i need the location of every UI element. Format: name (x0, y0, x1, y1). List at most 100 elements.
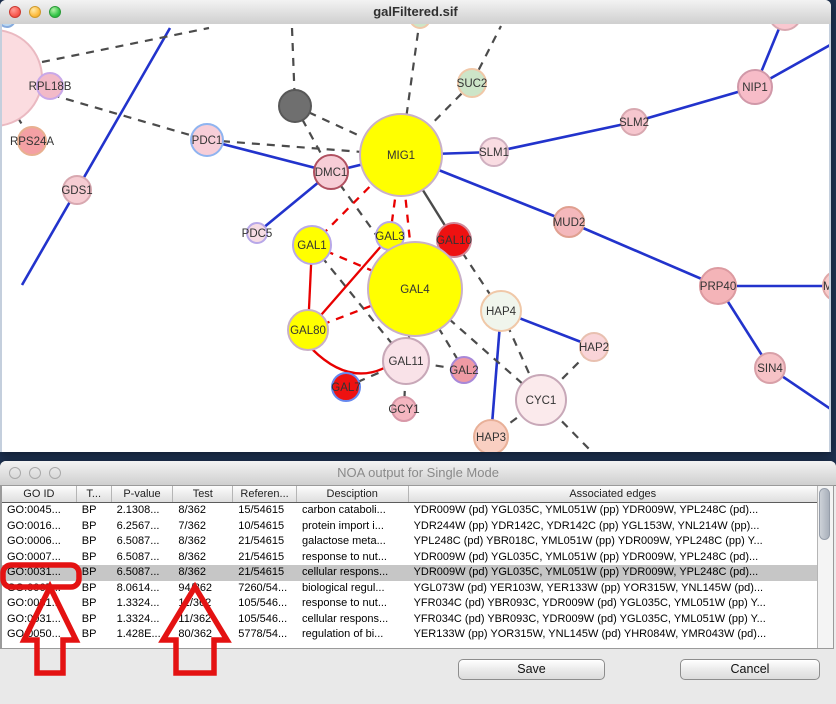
cell-reference: 21/54615 (233, 534, 297, 550)
cell-go-id: GO:0050... (2, 627, 77, 643)
cell-associated-edges: YDR009W (pd) YGL035C, YML051W (pp) YDR00… (409, 550, 817, 566)
cell-type: BP (77, 503, 112, 519)
cell-associated-edges: YGL073W (pd) YER103W, YER133W (pp) YOR31… (409, 581, 817, 597)
column-header-associated-edges[interactable]: Associated edges (409, 486, 817, 502)
cell-reference: 105/546... (233, 596, 297, 612)
table-row[interactable]: GO:0006...BP6.5087...8/36221/54615galact… (2, 534, 817, 550)
cell-test: 11/362 (173, 596, 233, 612)
cell-go-id: GO:0031... (2, 596, 77, 612)
cell-test: 94/362 (173, 581, 233, 597)
scrollbar-thumb[interactable] (819, 488, 830, 540)
cell-associated-edges: YDR009W (pd) YGL035C, YML051W (pp) YDR00… (409, 565, 817, 581)
cell-associated-edges: YDR244W (pp) YDR142C, YDR142C (pp) YGL15… (409, 519, 817, 535)
cell-reference: 7260/54... (233, 581, 297, 597)
cell-p-value: 6.5087... (112, 550, 174, 566)
table-row[interactable]: GO:0031...BP1.3324...11/362105/546...cel… (2, 612, 817, 628)
cell-reference: 21/54615 (233, 550, 297, 566)
cell-reference: 10/54615 (233, 519, 297, 535)
edge-blue (494, 122, 634, 152)
cell-type: BP (77, 565, 112, 581)
cancel-button[interactable]: Cancel (680, 659, 820, 680)
network-canvas[interactable]: RPL18BRPS24AGDS1PDC1DMC1SUC2NIP1SLM2SLM1… (0, 24, 831, 452)
node-label-rps24a: RPS24A (10, 136, 54, 148)
column-header-t[interactable]: T... (77, 486, 112, 502)
noa-output-window: NOA output for Single Mode GO IDT...P-va… (0, 461, 836, 704)
node-label-hap2: HAP2 (579, 342, 609, 354)
node-label-gal11: GAL11 (389, 356, 424, 368)
table-row[interactable]: GO:0007...BP6.5087...8/36221/54615respon… (2, 550, 817, 566)
cell-description: cellular respons... (297, 612, 409, 628)
cell-test: 8/362 (173, 550, 233, 566)
cell-description: carbon cataboli... (297, 503, 409, 519)
table-row[interactable]: GO:0050...BP1.428E...80/3625778/54...reg… (2, 627, 817, 643)
cell-type: BP (77, 627, 112, 643)
cell-test: 80/362 (173, 627, 233, 643)
node-label-gal3: GAL3 (375, 231, 404, 243)
node-label-mig1: MIG1 (387, 150, 415, 162)
edge-blue (634, 87, 755, 122)
column-header-referen[interactable]: Referen... (233, 486, 297, 502)
cell-associated-edges: YER133W (pp) YOR315W, YNL145W (pd) YHR08… (409, 627, 817, 643)
node-label-msl1: MSL1 (823, 281, 829, 293)
table-row[interactable]: GO:0045...BP2.1308...8/36215/54615carbon… (2, 503, 817, 519)
network-titlebar[interactable]: galFiltered.sif (0, 0, 831, 25)
node-label-hap4: HAP4 (486, 306, 517, 318)
column-header-desciption[interactable]: Desciption (297, 486, 409, 502)
node-toprightpink[interactable] (769, 24, 801, 30)
table-row[interactable]: GO:0016...BP6.2567...7/36210/54615protei… (2, 519, 817, 535)
cell-type: BP (77, 519, 112, 535)
network-graph[interactable]: RPL18BRPS24AGDS1PDC1DMC1SUC2NIP1SLM2SLM1… (2, 24, 829, 452)
node-label-gds1: GDS1 (61, 185, 92, 197)
node-label-nip1: NIP1 (742, 82, 768, 94)
node-label-gal10: GAL10 (436, 235, 472, 247)
cell-associated-edges: YFR034C (pd) YBR093C, YDR009W (pd) YGL03… (409, 596, 817, 612)
node-label-slm2: SLM2 (619, 117, 649, 129)
node-label-cyc1: CYC1 (526, 395, 557, 407)
cell-description: regulation of bi... (297, 627, 409, 643)
edge-blue (569, 222, 718, 286)
table-row[interactable]: GO:0031...BP1.3324...11/362105/546...res… (2, 596, 817, 612)
minimize-button[interactable] (29, 6, 41, 18)
zoom-button[interactable] (49, 6, 61, 18)
node-bignode[interactable] (2, 30, 42, 126)
close-button-inactive[interactable] (9, 467, 21, 479)
close-button[interactable] (9, 6, 21, 18)
save-button[interactable]: Save (458, 659, 605, 680)
cell-description: cellular respons... (297, 565, 409, 581)
column-header-go-id[interactable]: GO ID (2, 486, 77, 502)
node-label-gal4: GAL4 (400, 284, 430, 296)
table-row-selected[interactable]: GO:0031...BP6.5087...8/36221/54615cellul… (2, 565, 817, 581)
node-label-prp40: PRP40 (700, 281, 736, 293)
node-graynode[interactable] (279, 90, 311, 122)
column-header-p-value[interactable]: P-value (112, 486, 174, 502)
node-label-dmc1: DMC1 (315, 167, 348, 179)
edge-blue (22, 28, 170, 285)
node-tinyblue[interactable] (2, 24, 15, 27)
column-header-test[interactable]: Test (173, 486, 233, 502)
cell-type: BP (77, 612, 112, 628)
node-label-gal1: GAL1 (297, 240, 326, 252)
node-label-mud2: MUD2 (553, 217, 586, 229)
cell-type: BP (77, 581, 112, 597)
table-row[interactable]: GO:0065...BP8.0614...94/3627260/54...bio… (2, 581, 817, 597)
cell-go-id: GO:0031... (2, 565, 77, 581)
cell-description: protein import i... (297, 519, 409, 535)
network-window: galFiltered.sif RPL18BRPS24AGDS1PDC1DMC1… (0, 0, 831, 452)
node-label-slm1: SLM1 (479, 147, 509, 159)
zoom-button-inactive[interactable] (49, 467, 61, 479)
cell-go-id: GO:0065... (2, 581, 77, 597)
vertical-scrollbar[interactable] (817, 486, 833, 648)
cell-reference: 21/54615 (233, 565, 297, 581)
noa-titlebar[interactable]: NOA output for Single Mode (0, 461, 836, 486)
cell-test: 8/362 (173, 565, 233, 581)
cell-p-value: 1.3324... (112, 612, 174, 628)
node-label-pdc1: PDC1 (192, 135, 223, 147)
button-bar: Save Cancel (0, 649, 836, 704)
node-greensliver[interactable] (410, 24, 430, 28)
minimize-button-inactive[interactable] (29, 467, 41, 479)
cell-type: BP (77, 550, 112, 566)
cell-description: galactose meta... (297, 534, 409, 550)
node-label-sin4: SIN4 (757, 363, 783, 375)
cell-reference: 105/546... (233, 612, 297, 628)
cell-p-value: 6.5087... (112, 534, 174, 550)
